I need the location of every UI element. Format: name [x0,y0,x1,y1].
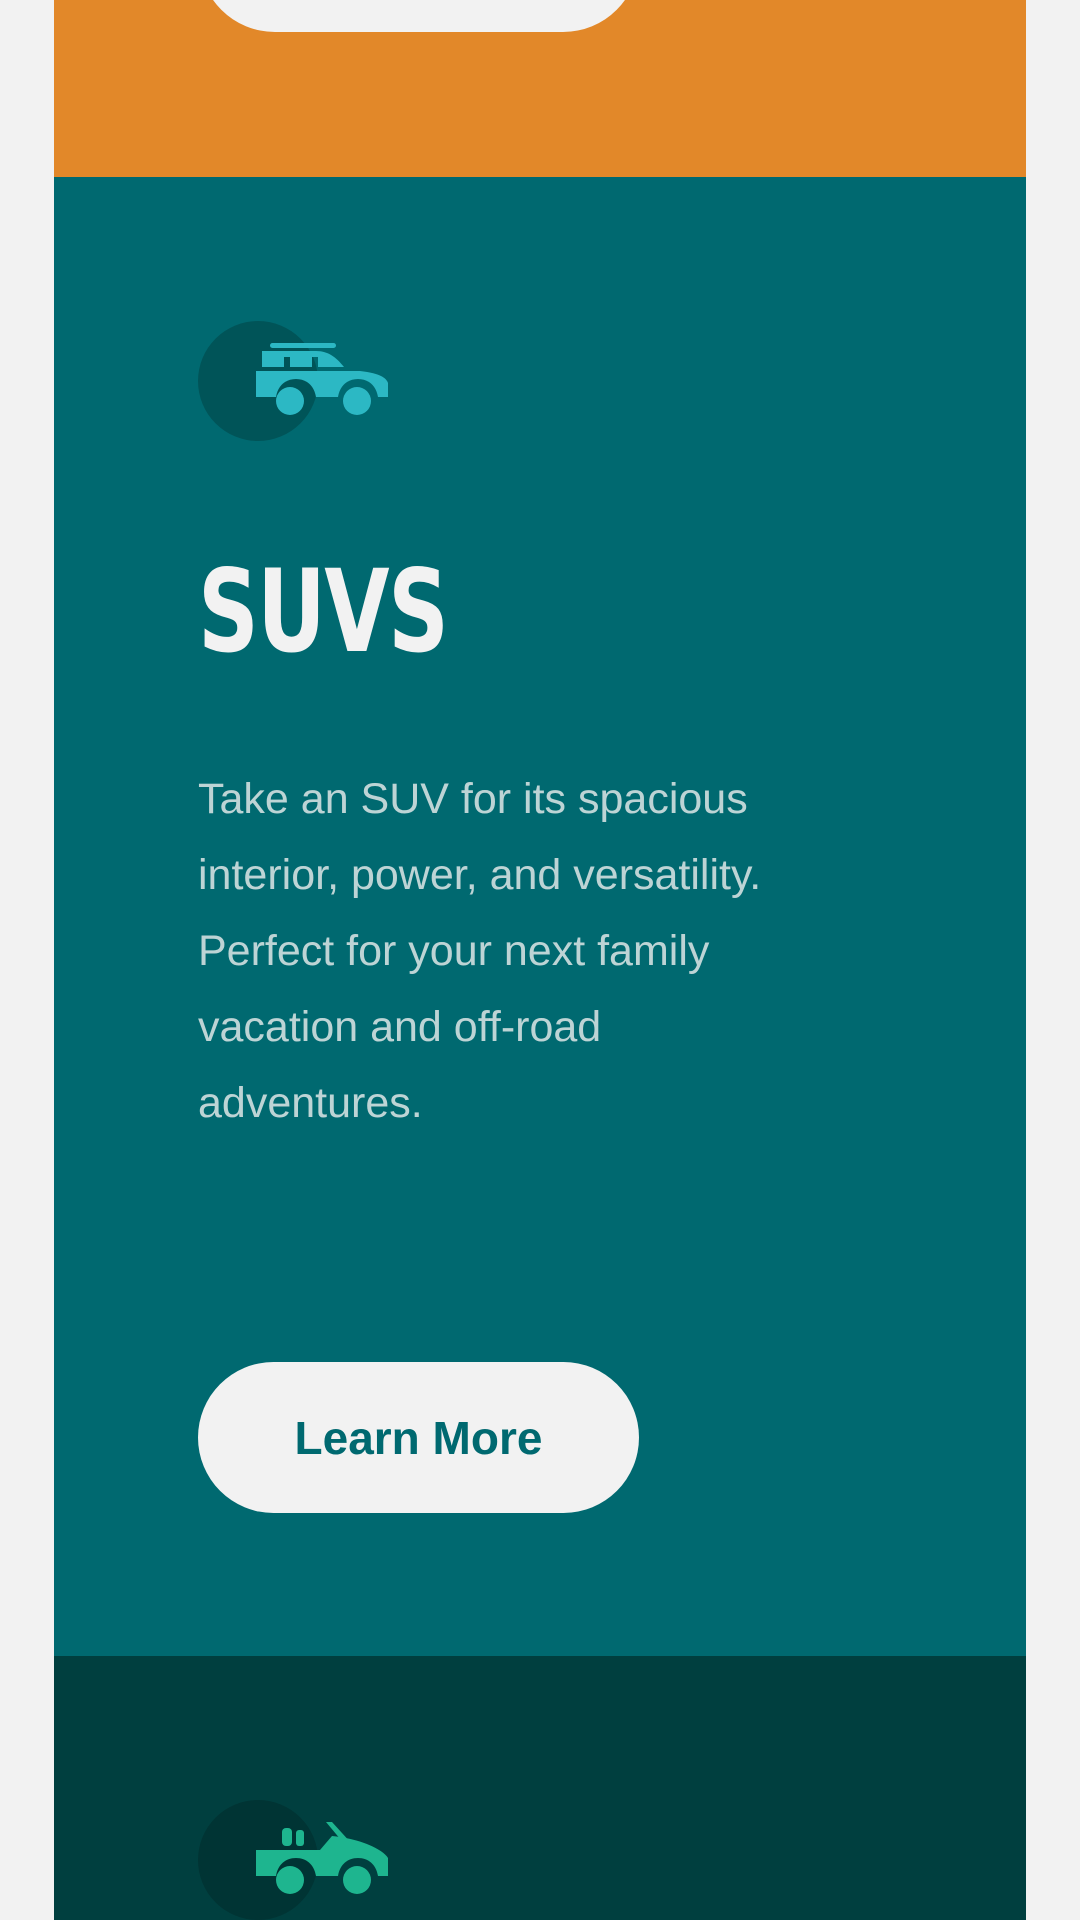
suvs-heading: SUVs [198,545,449,678]
description-line: Perfect for your next family [198,927,710,975]
suvs-icon-wrapper [198,321,398,441]
luxury-card [54,1656,1026,1920]
luxury-icon-wrapper [198,1800,398,1920]
description-line: interior, power, and versatility. [198,851,762,899]
suvs-description: Take an SUV for its spacious interior, p… [198,761,898,1141]
page: SUVs Take an SUV for its spacious interi… [0,0,1080,1920]
suvs-card: SUVs Take an SUV for its spacious interi… [54,177,1026,1656]
description-line: Take an SUV for its spacious [198,775,748,823]
sedans-learn-more-button[interactable] [199,0,639,32]
suv-car-icon [256,343,388,415]
sedans-card [54,0,1026,177]
description-line: adventures. [198,1079,423,1127]
convertible-car-icon [256,1822,388,1894]
suvs-learn-more-button[interactable]: Learn More [198,1362,639,1513]
description-line: vacation and off-road [198,1003,602,1051]
